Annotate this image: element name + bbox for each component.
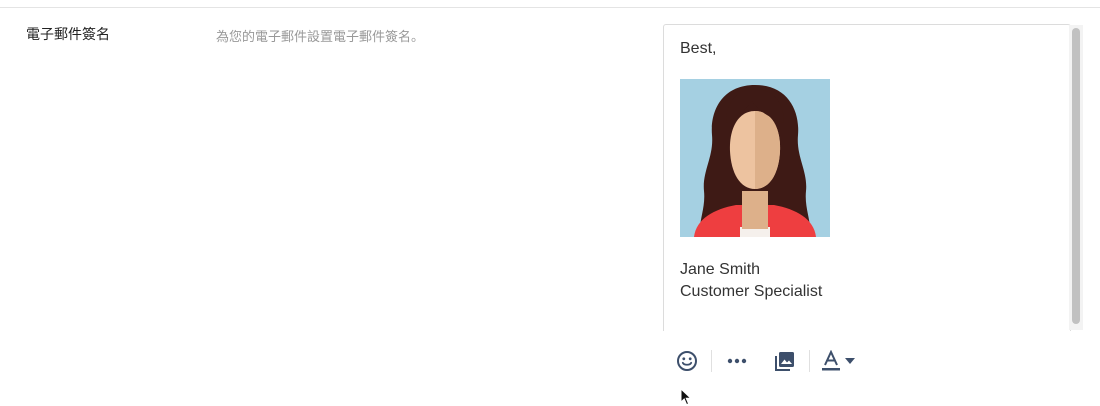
signature-greeting: Best, <box>680 40 717 57</box>
editor-scrollbar[interactable] <box>1069 25 1083 330</box>
section-divider <box>0 0 1100 8</box>
text-color-dropdown[interactable] <box>839 340 861 382</box>
editor-content[interactable]: Best, Jane Smith Customer Specialist <box>680 39 830 300</box>
signature-name: Jane Smith <box>680 261 761 278</box>
signature-hint: 為您的電子郵件設置電子郵件簽名。 <box>216 30 425 45</box>
signature-name-block: Jane Smith Customer Specialist <box>680 259 930 303</box>
caret-down-icon <box>845 358 855 364</box>
signature-editor[interactable]: Best, Jane Smith Customer Specialist <box>663 24 1071 331</box>
more-icon <box>727 358 747 364</box>
scrollbar-thumb[interactable] <box>1072 28 1080 324</box>
insert-image-button[interactable] <box>769 340 801 382</box>
emoji-button[interactable] <box>671 340 703 382</box>
signature-label: 電子郵件簽名 <box>26 27 110 43</box>
avatar-image[interactable] <box>680 79 830 237</box>
image-icon <box>775 352 794 371</box>
toolbar-separator <box>711 350 712 372</box>
more-button[interactable] <box>721 340 753 382</box>
editor-toolbar <box>663 340 893 382</box>
smiley-icon <box>677 351 697 371</box>
mouse-pointer-icon <box>680 388 692 406</box>
text-color-icon <box>822 350 840 371</box>
toolbar-separator <box>809 350 810 372</box>
signature-title: Customer Specialist <box>680 283 823 300</box>
